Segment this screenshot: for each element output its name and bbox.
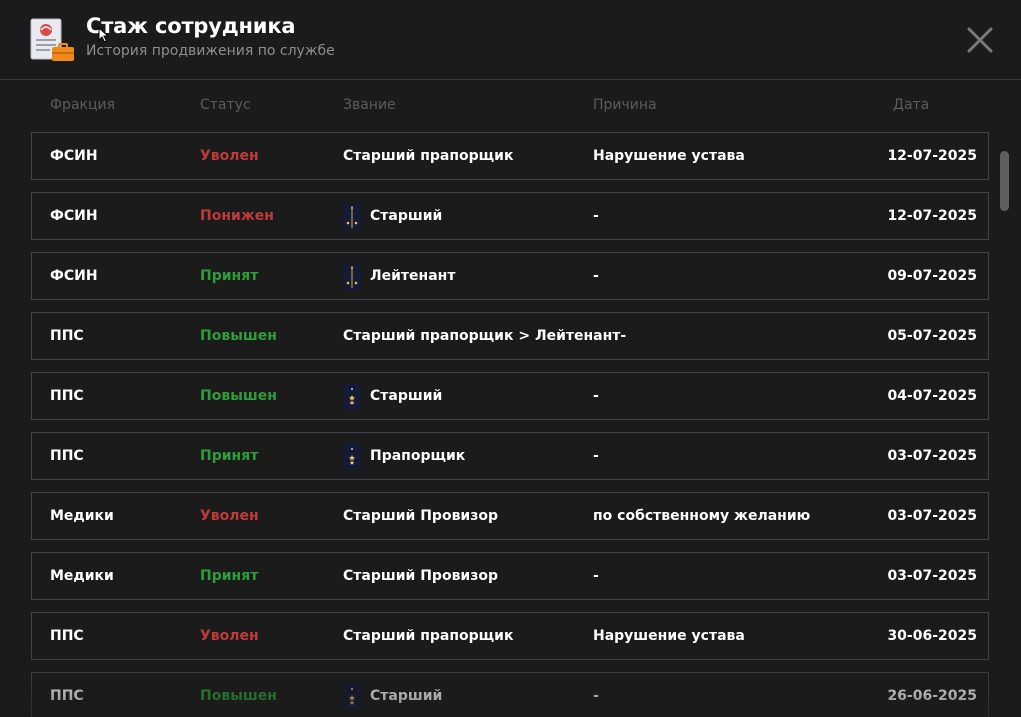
page-subtitle: История продвижения по службе xyxy=(86,43,335,59)
faction-cell: ППС xyxy=(50,328,84,344)
status-cell: Понижен xyxy=(200,208,274,224)
history-row: Медики Уволен Старший Провизор по собственн… xyxy=(31,492,989,540)
status-cell: Повышен xyxy=(200,388,277,404)
column-header-date: Дата xyxy=(893,97,930,113)
mouse-cursor-icon xyxy=(98,27,110,43)
faction-cell: ФСИН xyxy=(50,148,98,164)
document-briefcase-icon xyxy=(30,18,74,61)
history-row: ППС Повышен Старший прапорщик > Лейтенант-… xyxy=(31,312,989,360)
date-cell: 03-07-2025 xyxy=(887,508,977,524)
rank-cell: Старший прапорщик xyxy=(343,133,513,179)
reason-cell: - xyxy=(593,448,599,464)
reason-cell: по собственному желанию xyxy=(593,508,811,524)
pps-insignia-icon xyxy=(343,683,361,710)
status-cell: Принят xyxy=(200,448,259,464)
date-cell: 09-07-2025 xyxy=(887,268,977,284)
rank-label: Старший прапорщик xyxy=(343,628,514,644)
status-cell: Повышен xyxy=(200,328,277,344)
history-row: ППС Принят Прапорщик - 03-07-2025 xyxy=(31,432,989,480)
status-cell: Повышен xyxy=(200,688,277,704)
history-row: ППС Повышен Старший - 26-06-2025 xyxy=(31,672,989,717)
faction-cell: ППС xyxy=(50,688,84,704)
history-row: ФСИН Понижен Старший - 12-07-2025 xyxy=(31,192,989,240)
rank-cell: Прапорщик xyxy=(343,433,465,479)
rank-label: Старший xyxy=(370,208,443,224)
rank-label: Прапорщик xyxy=(370,448,466,464)
reason-cell: Нарушение устава xyxy=(593,148,745,164)
faction-cell: ФСИН xyxy=(50,268,98,284)
rank-cell: Старший Провизор xyxy=(343,493,498,539)
rank-cell: Лейтенант xyxy=(343,253,455,299)
column-header-status: Статус xyxy=(200,97,251,113)
status-cell: Уволен xyxy=(200,628,259,644)
fsin-insignia-icon xyxy=(343,263,361,290)
faction-cell: Медики xyxy=(50,508,114,524)
rank-label: Лейтенант xyxy=(370,268,456,284)
status-cell: Принят xyxy=(200,268,259,284)
status-cell: Уволен xyxy=(200,508,259,524)
history-row: Медики Принят Старший Провизор - 03-07-2025 xyxy=(31,552,989,600)
date-cell: 03-07-2025 xyxy=(887,448,977,464)
history-row: ФСИН Принят Лейтенант - 09-07-2025 xyxy=(31,252,989,300)
pps-insignia-icon xyxy=(343,443,361,470)
scrollbar-thumb[interactable] xyxy=(1000,151,1009,211)
rank-label: Старший прапорщик xyxy=(343,148,514,164)
date-cell: 03-07-2025 xyxy=(887,568,977,584)
date-cell: 12-07-2025 xyxy=(887,208,977,224)
column-header-faction: Фракция xyxy=(50,97,116,113)
column-header-rank: Звание xyxy=(343,97,396,113)
reason-cell: - xyxy=(593,268,599,284)
faction-cell: Медики xyxy=(50,568,114,584)
status-cell: Принят xyxy=(200,568,259,584)
reason-cell: - xyxy=(593,568,599,584)
faction-cell: ППС xyxy=(50,448,84,464)
fsin-insignia-icon xyxy=(343,203,361,230)
date-cell: 05-07-2025 xyxy=(887,328,977,344)
rank-cell: Старший Провизор xyxy=(343,553,498,599)
date-cell: 04-07-2025 xyxy=(887,388,977,404)
rank-cell: Старший прапорщик > Лейтенант- xyxy=(343,313,626,359)
date-cell: 12-07-2025 xyxy=(887,148,977,164)
rank-cell: Старший xyxy=(343,373,442,419)
faction-cell: ППС xyxy=(50,388,84,404)
page-title: Стаж сотрудника xyxy=(86,14,296,38)
pps-insignia-icon xyxy=(343,383,361,410)
rank-label: Старший xyxy=(370,688,443,704)
reason-cell: - xyxy=(593,208,599,224)
history-row: ППС Уволен Старший прапорщик Нарушение уста… xyxy=(31,612,989,660)
faction-cell: ФСИН xyxy=(50,208,98,224)
rank-label: Старший xyxy=(370,388,443,404)
rank-cell: Старший xyxy=(343,673,442,717)
reason-cell: - xyxy=(593,688,599,704)
close-icon[interactable] xyxy=(966,26,994,54)
reason-cell: Нарушение устава xyxy=(593,628,745,644)
rank-label: Старший Провизор xyxy=(343,568,499,584)
history-list[interactable]: ФСИН Уволен Старший прапорщик Нарушение уст… xyxy=(31,132,989,717)
history-row: ППС Повышен Старший - 04-07-2025 xyxy=(31,372,989,420)
rank-label: Старший прапорщик > Лейтенант- xyxy=(343,328,627,344)
reason-cell: - xyxy=(593,388,599,404)
status-cell: Уволен xyxy=(200,148,259,164)
date-cell: 26-06-2025 xyxy=(887,688,977,704)
rank-cell: Старший xyxy=(343,193,442,239)
window-header: Стаж сотрудника История продвижения по с… xyxy=(0,0,1021,80)
faction-cell: ППС xyxy=(50,628,84,644)
date-cell: 30-06-2025 xyxy=(887,628,977,644)
rank-cell: Старший прапорщик xyxy=(343,613,513,659)
column-header-reason: Причина xyxy=(593,97,657,113)
history-row: ФСИН Уволен Старший прапорщик Нарушение уст… xyxy=(31,132,989,180)
rank-label: Старший Провизор xyxy=(343,508,499,524)
